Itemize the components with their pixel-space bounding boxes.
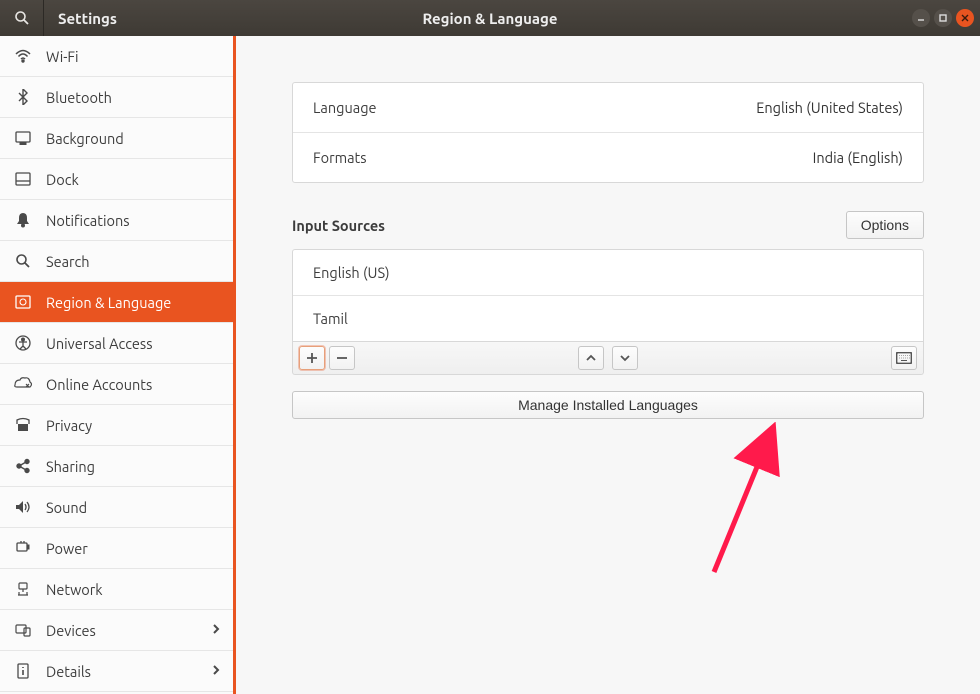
sidebar-item-devices[interactable]: Devices xyxy=(0,610,233,651)
sound-icon xyxy=(14,500,32,514)
sidebar-item-label: Power xyxy=(46,540,221,557)
chevron-down-icon xyxy=(619,352,631,364)
background-icon xyxy=(14,131,32,145)
minus-icon xyxy=(336,352,348,364)
plus-icon xyxy=(306,352,318,364)
sidebar-item-label: Network xyxy=(46,581,221,598)
input-source-item[interactable]: English (US) xyxy=(293,250,923,296)
maximize-icon xyxy=(938,13,948,23)
formats-label: Formats xyxy=(313,149,367,166)
page-title: Region & Language xyxy=(422,10,557,27)
sidebar-item-label: Universal Access xyxy=(46,335,221,352)
devices-icon xyxy=(14,623,32,637)
language-label: Language xyxy=(313,99,377,116)
language-formats-card: Language English (United States) Formats… xyxy=(292,82,924,183)
close-button[interactable] xyxy=(956,9,974,27)
sidebar-item-label: Dock xyxy=(46,171,221,188)
sidebar-item-label: Privacy xyxy=(46,417,221,434)
input-sources-title: Input Sources xyxy=(292,217,385,234)
sharing-icon xyxy=(14,458,32,474)
show-keyboard-layout-button[interactable] xyxy=(891,346,917,370)
manage-languages-button[interactable]: Manage Installed Languages xyxy=(292,391,924,419)
network-icon xyxy=(14,582,32,596)
sidebar: Wi-Fi Bluetooth Background Dock Notifica xyxy=(0,36,236,694)
input-sources-list: English (US) Tamil xyxy=(292,249,924,342)
sidebar-item-sharing[interactable]: Sharing xyxy=(0,446,233,487)
online-accounts-icon xyxy=(14,377,32,391)
options-button[interactable]: Options xyxy=(846,211,924,239)
sidebar-item-label: Sharing xyxy=(46,458,221,475)
sidebar-item-sound[interactable]: Sound xyxy=(0,487,233,528)
sidebar-item-background[interactable]: Background xyxy=(0,118,233,159)
maximize-button[interactable] xyxy=(934,9,952,27)
privacy-icon xyxy=(14,417,32,433)
sidebar-item-label: Sound xyxy=(46,499,221,516)
bluetooth-icon xyxy=(14,89,32,105)
window-controls xyxy=(912,9,974,27)
sidebar-item-label: Search xyxy=(46,253,221,270)
formats-value: India (English) xyxy=(813,149,903,166)
search-button[interactable] xyxy=(0,0,44,36)
sidebar-item-power[interactable]: Power xyxy=(0,528,233,569)
sidebar-item-universal-access[interactable]: Universal Access xyxy=(0,323,233,364)
sidebar-item-label: Region & Language xyxy=(46,294,221,311)
sidebar-item-label: Wi-Fi xyxy=(46,48,221,65)
chevron-right-icon xyxy=(211,622,221,638)
sidebar-item-label: Details xyxy=(46,663,197,680)
sidebar-item-label: Devices xyxy=(46,622,197,639)
bell-icon xyxy=(14,212,32,228)
universal-access-icon xyxy=(14,335,32,351)
sidebar-item-dock[interactable]: Dock xyxy=(0,159,233,200)
sidebar-item-region-language[interactable]: Region & Language xyxy=(0,282,233,323)
power-icon xyxy=(14,540,32,556)
app-title: Settings xyxy=(44,10,236,27)
keyboard-icon xyxy=(896,352,912,364)
titlebar: Settings Region & Language xyxy=(0,0,980,36)
language-row[interactable]: Language English (United States) xyxy=(293,83,923,133)
minimize-icon xyxy=(916,13,926,23)
chevron-up-icon xyxy=(585,352,597,364)
search-icon xyxy=(14,253,32,269)
sidebar-item-label: Online Accounts xyxy=(46,376,221,393)
language-value: English (United States) xyxy=(756,99,903,116)
sidebar-item-online-accounts[interactable]: Online Accounts xyxy=(0,364,233,405)
sidebar-item-label: Notifications xyxy=(46,212,221,229)
sidebar-item-search[interactable]: Search xyxy=(0,241,233,282)
details-icon xyxy=(14,663,32,679)
input-source-item[interactable]: Tamil xyxy=(293,296,923,341)
sidebar-item-details[interactable]: Details xyxy=(0,651,233,692)
input-sources-toolbar xyxy=(292,342,924,375)
move-down-button[interactable] xyxy=(612,346,638,370)
move-up-button[interactable] xyxy=(578,346,604,370)
wifi-icon xyxy=(14,48,32,64)
content-area: Language English (United States) Formats… xyxy=(236,36,980,694)
sidebar-item-bluetooth[interactable]: Bluetooth xyxy=(0,77,233,118)
sidebar-item-privacy[interactable]: Privacy xyxy=(0,405,233,446)
region-language-icon xyxy=(14,295,32,309)
annotation-arrow xyxy=(700,422,790,582)
sidebar-item-notifications[interactable]: Notifications xyxy=(0,200,233,241)
close-icon xyxy=(960,13,970,23)
input-sources-header: Input Sources Options xyxy=(292,211,924,239)
sidebar-item-label: Background xyxy=(46,130,221,147)
search-icon xyxy=(14,10,30,26)
minimize-button[interactable] xyxy=(912,9,930,27)
chevron-right-icon xyxy=(211,663,221,679)
sidebar-item-label: Bluetooth xyxy=(46,89,221,106)
sidebar-item-wifi[interactable]: Wi-Fi xyxy=(0,36,233,77)
add-input-source-button[interactable] xyxy=(299,346,325,370)
sidebar-item-network[interactable]: Network xyxy=(0,569,233,610)
remove-input-source-button[interactable] xyxy=(329,346,355,370)
formats-row[interactable]: Formats India (English) xyxy=(293,133,923,182)
dock-icon xyxy=(14,172,32,186)
